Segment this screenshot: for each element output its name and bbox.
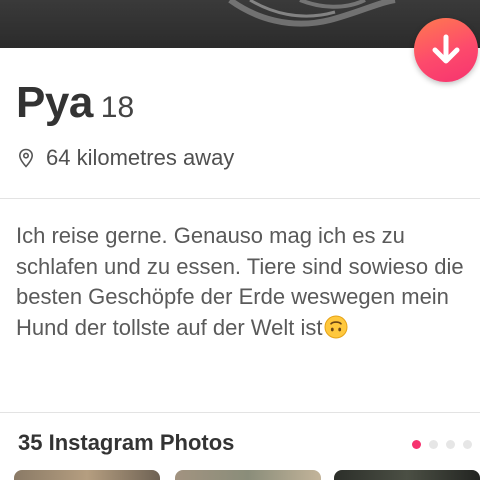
arrow-down-icon <box>432 34 460 64</box>
instagram-photo-thumbnail[interactable] <box>14 470 160 480</box>
instagram-photo-thumbnail[interactable] <box>334 470 480 480</box>
collapse-profile-button[interactable] <box>414 18 478 82</box>
bio-text: Ich reise gerne. Genauso mag ich es zu s… <box>16 223 464 340</box>
page-dot[interactable] <box>429 440 438 449</box>
name-age-row: Pya 18 <box>16 78 134 130</box>
instagram-photos-title: 35 Instagram Photos <box>18 430 235 455</box>
instagram-page-indicator <box>412 440 472 449</box>
page-dot-active[interactable] <box>412 440 421 449</box>
profile-photo[interactable] <box>0 0 480 48</box>
page-dot[interactable] <box>446 440 455 449</box>
distance-text: 64 kilometres away <box>46 145 235 170</box>
profile-screen: Pya 18 64 kilometres away Ich reise gern… <box>0 0 480 480</box>
photo-content <box>228 0 396 27</box>
page-dot[interactable] <box>463 440 472 449</box>
profile-age: 18 <box>100 91 135 124</box>
distance-row: 64 kilometres away <box>18 145 234 171</box>
instagram-photo-row <box>0 470 480 480</box>
profile-bio: Ich reise gerne. Genauso mag ich es zu s… <box>16 221 471 343</box>
location-pin-icon <box>18 148 34 168</box>
profile-name: Pya <box>16 78 93 127</box>
divider <box>0 198 480 199</box>
divider <box>0 412 480 413</box>
upside-down-face-emoji <box>324 315 348 338</box>
instagram-photo-thumbnail[interactable] <box>175 470 321 480</box>
